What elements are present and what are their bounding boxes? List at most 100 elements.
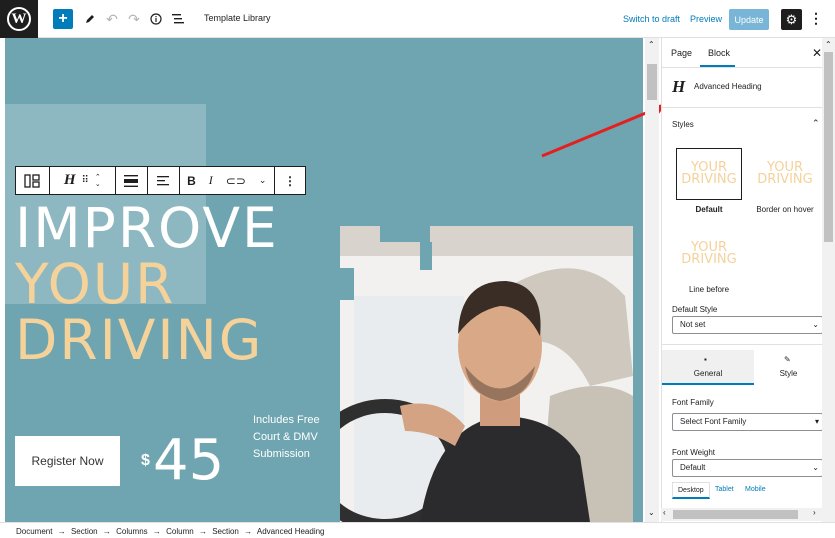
scroll-right-arrow-icon[interactable]: ›: [813, 508, 816, 517]
register-now-button[interactable]: Register Now: [15, 436, 120, 486]
font-family-label: Font Family: [672, 398, 714, 407]
font-weight-value: Default: [680, 463, 706, 472]
style-label-border-on-hover: Border on hover: [756, 205, 814, 214]
tab-mobile[interactable]: Mobile: [745, 486, 766, 493]
general-tab-icon: ▪: [704, 355, 707, 364]
block-switcher-group: H ⠿ ⌃ ⌄: [50, 167, 116, 194]
block-options-button[interactable]: ⋮: [275, 167, 305, 194]
switch-to-draft-button[interactable]: Switch to draft: [623, 14, 680, 24]
plus-icon: +: [58, 10, 68, 27]
close-icon: ✕: [812, 46, 822, 60]
tab-style[interactable]: ✎ Style: [754, 350, 822, 385]
vertical-ellipsis-icon: ⋮: [284, 173, 297, 188]
edit-tools-button[interactable]: [80, 9, 100, 29]
chevron-down-icon: ▾: [814, 417, 819, 426]
breadcrumb-column[interactable]: Column: [166, 527, 194, 536]
driver-photo: [340, 226, 633, 522]
canvas-scrollbar[interactable]: ⌃ ⌄: [645, 38, 659, 522]
chevron-down-icon: ⌄: [812, 320, 819, 329]
editor-top-toolbar: W + ↶ ↷ Template Library Switch to draft…: [0, 0, 835, 38]
sidebar-scroll-thumb[interactable]: [824, 52, 833, 242]
wordpress-logo-icon: W: [7, 7, 31, 31]
default-style-value: Not set: [680, 320, 706, 329]
more-options-button[interactable]: ⋮: [809, 10, 823, 27]
canvas-scroll-thumb[interactable]: [647, 64, 657, 100]
breadcrumb-separator: →: [198, 527, 207, 536]
chevron-down-icon[interactable]: ⌄: [259, 175, 267, 186]
tab-general[interactable]: ▪ General: [662, 350, 754, 385]
advanced-heading-icon: H: [672, 77, 686, 96]
link-icon[interactable]: ⊂⊃: [226, 174, 246, 188]
scroll-up-arrow-icon[interactable]: ⌃: [825, 40, 832, 49]
style-preview-text: YOUR DRIVING: [757, 160, 813, 187]
breadcrumb-columns[interactable]: Columns: [116, 527, 148, 536]
style-option-default[interactable]: YOUR DRIVING: [676, 148, 742, 200]
horizontal-scroll-thumb[interactable]: [673, 510, 798, 519]
font-weight-label: Font Weight: [672, 448, 715, 457]
default-style-label: Default Style: [672, 305, 718, 314]
breadcrumb-separator: →: [57, 527, 66, 536]
block-toolbar: H ⠿ ⌃ ⌄ B I ⊂⊃ ⌄ ⋮: [15, 166, 306, 195]
drag-handle-icon[interactable]: ⠿: [82, 175, 89, 186]
tab-page[interactable]: Page: [671, 48, 692, 58]
scroll-left-arrow-icon[interactable]: ‹: [663, 508, 666, 517]
style-option-line-before[interactable]: YOUR DRIVING: [676, 228, 742, 280]
block-breadcrumb: Document → Section → Columns → Column → …: [0, 522, 835, 538]
device-tabs: Desktop Tablet Mobile: [672, 482, 822, 500]
bold-button[interactable]: B: [187, 174, 196, 188]
advanced-heading-icon[interactable]: H: [64, 172, 76, 189]
sidebar-scrollbar[interactable]: ⌃: [822, 38, 835, 522]
move-up-down-icon[interactable]: ⌃ ⌄: [95, 174, 101, 188]
details-button[interactable]: [146, 9, 166, 29]
breadcrumb-separator: →: [152, 527, 161, 536]
active-tab-indicator: [700, 65, 735, 67]
list-view-icon: [172, 14, 184, 24]
tab-block[interactable]: Block: [708, 48, 730, 58]
align-left-icon: [157, 175, 170, 185]
pencil-icon: [86, 15, 94, 23]
undo-button[interactable]: ↶: [102, 9, 122, 29]
font-family-select[interactable]: Select Font Family ▾: [672, 413, 822, 431]
add-block-button[interactable]: +: [53, 9, 73, 29]
font-weight-select[interactable]: Default ⌄: [672, 459, 822, 477]
text-align-button[interactable]: [148, 167, 180, 194]
tab-tablet[interactable]: Tablet: [715, 486, 734, 493]
preview-button[interactable]: Preview: [690, 14, 722, 24]
breadcrumb-document[interactable]: Document: [16, 527, 52, 536]
vertical-ellipsis-icon: ⋮: [809, 10, 823, 26]
style-tab-label: Style: [779, 369, 798, 378]
styles-panel-title[interactable]: Styles: [672, 120, 694, 129]
chevron-down-icon: ⌄: [812, 463, 819, 472]
breadcrumb-advanced-heading[interactable]: Advanced Heading: [257, 527, 325, 536]
sidebar-tabs: Page Block ✕: [662, 38, 822, 68]
chevron-up-icon[interactable]: ⌃: [812, 118, 820, 129]
default-style-select[interactable]: Not set ⌄: [672, 316, 822, 334]
list-view-button[interactable]: [168, 9, 188, 29]
font-family-value: Select Font Family: [680, 417, 747, 426]
scroll-down-arrow-icon[interactable]: ⌄: [648, 508, 655, 517]
document-title[interactable]: Template Library: [204, 13, 271, 23]
redo-button[interactable]: ↷: [124, 9, 144, 29]
heading-line-driving: DRIVING: [15, 308, 264, 372]
breadcrumb-section-inner[interactable]: Section: [212, 527, 239, 536]
price-value: 45: [153, 428, 225, 493]
tab-desktop[interactable]: Desktop: [672, 482, 710, 499]
style-label-default: Default: [695, 205, 723, 214]
block-parent-selector[interactable]: [16, 167, 50, 194]
advanced-heading-block[interactable]: IMPROVE YOUR DRIVING: [15, 200, 279, 368]
undo-icon: ↶: [106, 10, 118, 27]
heading-line-improve: IMPROVE: [15, 196, 279, 260]
breadcrumb-section[interactable]: Section: [71, 527, 98, 536]
scroll-up-arrow-icon[interactable]: ⌃: [648, 40, 655, 49]
block-width-button[interactable]: [116, 167, 148, 194]
update-button[interactable]: Update: [729, 9, 769, 30]
sidebar-horizontal-scrollbar[interactable]: ‹ ›: [661, 508, 822, 521]
info-icon: [150, 13, 162, 25]
close-sidebar-button[interactable]: ✕: [812, 46, 822, 60]
italic-button[interactable]: I: [209, 173, 213, 188]
divider: [662, 344, 822, 345]
style-option-border-on-hover[interactable]: YOUR DRIVING: [752, 148, 818, 200]
block-card-title: Advanced Heading: [694, 82, 762, 91]
wordpress-logo-button[interactable]: W: [0, 0, 38, 38]
settings-button[interactable]: ⚙: [781, 9, 802, 30]
